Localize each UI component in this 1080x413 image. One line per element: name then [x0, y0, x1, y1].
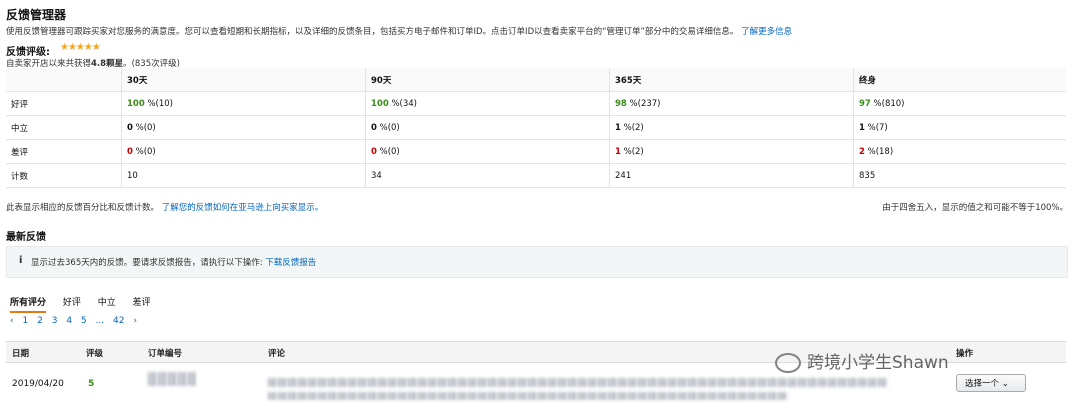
prev-page-icon[interactable]: ‹: [10, 316, 14, 326]
info-text: 显示过去365天内的反馈。要请求反馈报告，请执行以下操作: 下载反馈报告: [31, 258, 317, 268]
download-report-link[interactable]: 下载反馈报告: [265, 258, 316, 268]
watermark-text: 跨境小学生Shawn: [807, 353, 949, 373]
page-ellipsis: ...: [95, 316, 105, 326]
table-header: 30天: [121, 68, 366, 92]
info-icon: i: [19, 255, 23, 266]
table-cell: 10: [121, 163, 366, 188]
page-link[interactable]: 5: [81, 316, 87, 326]
order-id-blurred[interactable]: [148, 372, 196, 386]
table-cell: 1 %(7): [853, 115, 1066, 140]
table-header: 365天: [609, 68, 854, 92]
table-cell: 98 %(237): [609, 91, 854, 116]
table-cell: 0 %(0): [365, 115, 610, 140]
page-description: 使用反馈管理器可跟踪买家对您服务的满意度。您可以查看短期和长期指标，以及详细的反…: [6, 25, 792, 37]
table-row: 计数 10 34 241 835: [6, 163, 1066, 188]
table-header: [6, 68, 122, 92]
description-text: 使用反馈管理器可跟踪买家对您服务的满意度。您可以查看短期和长期指标，以及详细的反…: [6, 27, 739, 37]
table-cell: 241: [609, 163, 854, 188]
info-box: i 显示过去365天内的反馈。要请求反馈报告，请执行以下操作: 下载反馈报告: [6, 246, 1068, 278]
rating-label: 反馈评级:: [6, 47, 50, 58]
table-header: 终身: [853, 68, 1066, 92]
table-cell: 1 %(2): [609, 139, 854, 164]
row-date: 2019/04/20: [12, 379, 64, 389]
table-note: 此表显示相应的反馈百分比和反馈计数。 了解您的反馈如何在亚马逊上向买家显示。: [6, 201, 323, 213]
table-cell: 100 %(10): [121, 91, 366, 116]
rating-stars-icon: ★★★★★: [60, 42, 101, 53]
watermark: 跨境小学生Shawn: [775, 348, 949, 373]
tab-positive[interactable]: 好评: [63, 298, 81, 308]
table-note-text: 此表显示相应的反馈百分比和反馈计数。: [6, 203, 160, 213]
pagination: ‹ 1 2 3 4 5 ... 42 ›: [10, 316, 143, 326]
table-cell: 34: [365, 163, 610, 188]
table-cell: 0 %(0): [121, 139, 366, 164]
row-label: 好评: [6, 91, 122, 116]
next-page-icon[interactable]: ›: [133, 316, 137, 326]
table-cell: 2 %(18): [853, 139, 1066, 164]
table-header: 90天: [365, 68, 610, 92]
table-cell: 100 %(34): [365, 91, 610, 116]
action-select[interactable]: 选择一个 ⌄: [956, 374, 1026, 392]
page-link[interactable]: 42: [113, 316, 124, 326]
learn-more-link[interactable]: 了解更多信息: [741, 27, 792, 37]
column-rating[interactable]: 评级: [86, 347, 103, 359]
recent-feedback-title: 最新反馈: [6, 232, 46, 243]
table-row: 好评 100 %(10) 100 %(34) 98 %(237) 97 %(81…: [6, 91, 1066, 116]
table-cell: 97 %(810): [853, 91, 1066, 116]
column-date[interactable]: 日期: [12, 347, 29, 359]
page-link[interactable]: 2: [37, 316, 43, 326]
row-rating: 5: [88, 379, 95, 389]
feedback-table: 30天 90天 365天 终身 好评 100 %(10) 100 %(34) 9…: [6, 68, 1066, 188]
table-row: 中立 0 %(0) 0 %(0) 1 %(2) 1 %(7): [6, 115, 1066, 140]
table-cell: 1 %(2): [609, 115, 854, 140]
wechat-icon: [775, 353, 801, 373]
rounding-note: 由于四舍五入，显示的值之和可能不等于100%。: [882, 203, 1068, 213]
column-comment: 评论: [268, 349, 286, 359]
row-label: 差评: [6, 139, 122, 164]
table-header-row: 30天 90天 365天 终身: [6, 68, 1066, 92]
column-action: 操作: [956, 349, 974, 359]
rating-tabs: 所有评分 好评 中立 差评: [10, 295, 165, 313]
table-cell: 0 %(0): [121, 115, 366, 140]
row-label: 中立: [6, 115, 122, 140]
page-link[interactable]: 1: [22, 316, 28, 326]
tab-all[interactable]: 所有评分: [10, 298, 47, 313]
row-label: 计数: [6, 163, 122, 188]
page-link[interactable]: 4: [66, 316, 72, 326]
tab-neutral[interactable]: 中立: [98, 298, 116, 308]
page-title: 反馈管理器: [6, 8, 67, 22]
feedback-display-link[interactable]: 了解您的反馈如何在亚马逊上向买家显示。: [162, 203, 324, 213]
tab-negative[interactable]: 差评: [133, 298, 151, 308]
comment-blurred: [268, 378, 888, 387]
page-link[interactable]: 3: [52, 316, 58, 326]
column-order-id[interactable]: 订单编号: [148, 347, 182, 359]
table-row: 差评 0 %(0) 0 %(0) 1 %(2) 2 %(18): [6, 139, 1066, 164]
table-cell: 0 %(0): [365, 139, 610, 164]
table-cell: 835: [853, 163, 1066, 188]
comment-blurred: [268, 392, 788, 400]
